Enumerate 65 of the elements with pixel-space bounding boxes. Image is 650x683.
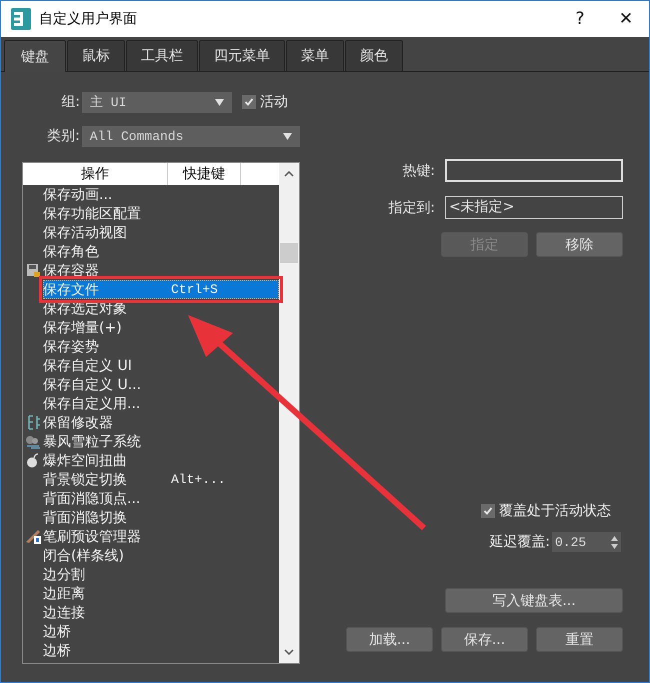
- command-row[interactable]: 边桥: [23, 622, 279, 641]
- command-row[interactable]: 保存角色: [23, 242, 279, 261]
- scroll-up-icon[interactable]: [284, 171, 294, 177]
- command-row[interactable]: 边距离: [23, 584, 279, 603]
- assigned-to-label: 指定到:: [388, 198, 435, 216]
- command-row[interactable]: 暴风雪粒子系统: [23, 432, 279, 451]
- command-row[interactable]: 边桥: [23, 641, 279, 660]
- command-row[interactable]: 保存功能区配置: [23, 204, 279, 223]
- command-row[interactable]: 边连接: [23, 603, 279, 622]
- dialog-button[interactable]: 加载...: [346, 627, 433, 652]
- hotkey-label: 热键:: [402, 162, 435, 180]
- close-button[interactable]: ✕: [603, 1, 649, 37]
- category-dropdown[interactable]: All Commands: [82, 126, 300, 146]
- override-checkbox[interactable]: [481, 504, 495, 518]
- category-label: 类别:: [46, 127, 81, 145]
- delay-label: 延迟覆盖:: [489, 533, 550, 551]
- dropdown-arrow-icon: [215, 98, 224, 106]
- column-header[interactable]: 操作: [23, 163, 168, 185]
- spinner-arrows-icon[interactable]: [611, 536, 618, 548]
- command-row[interactable]: 背景锁定切换 Alt+...: [23, 470, 279, 489]
- write-keyboard-chart-button[interactable]: 写入键盘表...: [445, 588, 623, 613]
- help-button[interactable]: ?: [557, 1, 603, 37]
- tab[interactable]: 颜色: [345, 40, 403, 71]
- command-row[interactable]: 爆炸空间扭曲: [23, 451, 279, 470]
- command-row[interactable]: 保留修改器: [23, 413, 279, 432]
- command-row[interactable]: 保存自定义用...: [23, 394, 279, 413]
- tab[interactable]: 工具栏: [126, 40, 198, 71]
- command-row[interactable]: 闭合(样条线): [23, 546, 279, 565]
- column-header[interactable]: 快捷键: [168, 163, 241, 185]
- dialog-button[interactable]: 重置: [536, 627, 623, 652]
- bomb-icon: [26, 453, 40, 468]
- command-row[interactable]: 保存容器: [23, 261, 279, 280]
- hotkey-field[interactable]: [445, 159, 623, 182]
- remove-button[interactable]: 移除: [536, 232, 623, 257]
- scroll-down-icon[interactable]: [284, 649, 294, 655]
- active-checkbox[interactable]: [242, 95, 256, 109]
- override-label: 覆盖处于活动状态: [499, 502, 611, 520]
- command-row[interactable]: 笔刷预设管理器: [23, 527, 279, 546]
- assigned-to-field: <未指定>: [445, 196, 623, 219]
- command-row[interactable]: 边分割: [23, 565, 279, 584]
- app-logo-icon: [11, 8, 31, 30]
- tab[interactable]: 键盘: [4, 40, 66, 72]
- command-row[interactable]: 保存自定义 UI: [23, 356, 279, 375]
- dialog-button[interactable]: 保存...: [441, 627, 528, 652]
- tab[interactable]: 鼠标: [67, 40, 125, 71]
- scroll-thumb[interactable]: [280, 243, 298, 263]
- scrollbar[interactable]: [279, 163, 299, 663]
- modifier-icon: [26, 415, 40, 430]
- tab[interactable]: 四元菜单: [199, 40, 285, 71]
- group-label: 组:: [60, 93, 81, 111]
- active-label: 活动: [260, 93, 288, 111]
- dropdown-arrow-icon: [283, 132, 292, 140]
- command-row[interactable]: 保存自定义 U...: [23, 375, 279, 394]
- group-dropdown[interactable]: 主 UI: [82, 92, 232, 112]
- brush-icon: [24, 528, 42, 544]
- command-row[interactable]: 保存增量(+): [23, 318, 279, 337]
- tab[interactable]: 菜单: [286, 40, 344, 71]
- window-title: 自定义用户界面: [39, 10, 137, 28]
- command-row[interactable]: 背面消隐顶点...: [23, 489, 279, 508]
- command-row[interactable]: 保存活动视图: [23, 223, 279, 242]
- command-row[interactable]: 保存动画...: [23, 185, 279, 204]
- command-row[interactable]: 背面消隐切换: [23, 508, 279, 527]
- particles-icon: [25, 434, 41, 448]
- command-row[interactable]: 保存姿势: [23, 337, 279, 356]
- delay-spinner[interactable]: 0.25: [552, 532, 621, 552]
